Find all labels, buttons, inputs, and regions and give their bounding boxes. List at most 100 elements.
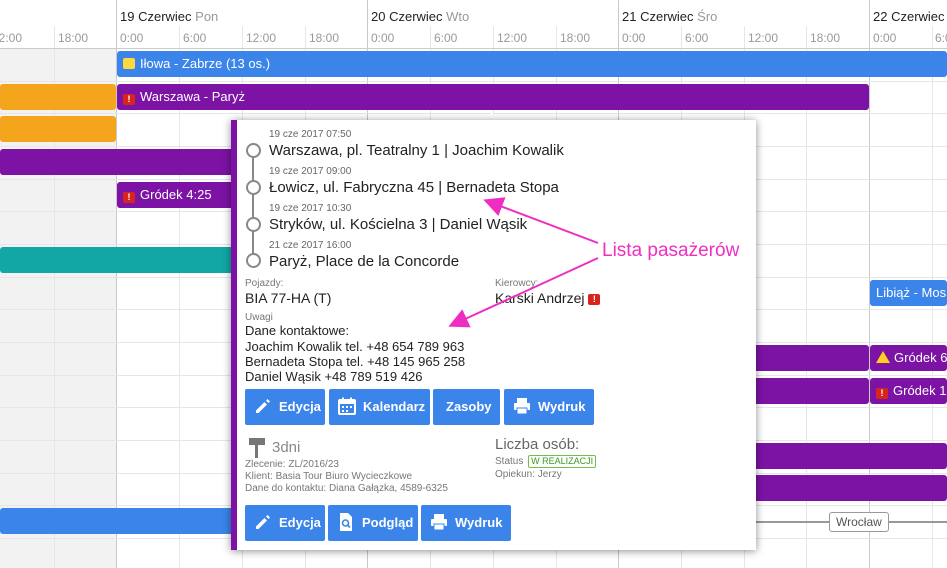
day-of-week: Pon (195, 9, 219, 24)
alert-icon: ! (123, 94, 135, 105)
row-line (0, 81, 947, 82)
stop-name: Łowicz, ul. Fabryczna 45 | Bernadeta Sto… (269, 179, 559, 196)
day-date: 21 Czerwiec (622, 9, 694, 24)
printer-icon (431, 514, 447, 531)
trip-bar[interactable] (740, 443, 947, 469)
note-line: Dane kontaktowe: (245, 323, 350, 338)
order-print-button[interactable]: Wydruk (421, 505, 511, 541)
printer-icon (514, 398, 530, 415)
hour-label: 12:00 (497, 31, 528, 45)
trip-bar-label: Libiąż - Mosk (876, 285, 947, 300)
hour-label: 12:00 (748, 31, 779, 45)
hour-label: 12:00 (246, 31, 277, 45)
trip-bar[interactable] (740, 378, 869, 404)
order-number: Zlecenie: ZL/2016/23 (245, 459, 339, 470)
preview-button[interactable]: Podgląd (328, 505, 418, 541)
trip-bar-grodek-6[interactable]: Gródek 6: (870, 345, 947, 371)
hour-label: 0:00 (120, 31, 144, 45)
day-header: 21 Czerwiec Śro (622, 9, 717, 24)
pencil-icon (256, 515, 270, 529)
stop-marker-icon (246, 217, 261, 232)
hour-label: 18:00 (58, 31, 89, 45)
route-timeline-line (252, 143, 254, 260)
hour-label: 18:00 (309, 31, 340, 45)
hour-label: 18:00 (810, 31, 841, 45)
day-date: 20 Czerwiec (371, 9, 443, 24)
hour-label: 6:00 (685, 31, 709, 45)
note-line: Daniel Wąsik +48 789 519 426 (245, 369, 423, 384)
trip-bar[interactable] (740, 475, 947, 501)
notes-label: Uwagi (245, 312, 273, 323)
alert-icon: ! (588, 294, 601, 305)
persons-label: Liczba osób: (495, 436, 580, 453)
calendar-button-label: Kalendarz (363, 399, 426, 414)
stop-marker-icon (246, 180, 261, 195)
hour-label: 6:00 (935, 31, 947, 45)
edit-button[interactable]: Edycja (245, 389, 325, 425)
day-of-week: Wto (446, 9, 470, 24)
status-row: Status W REALIZACJI (495, 455, 597, 468)
planner-timeline: 19 Czerwiec Pon 20 Czerwiec Wto 21 Czerw… (0, 0, 947, 568)
trip-bar-label: Gródek 6: (894, 350, 947, 365)
trip-bar-ilowa-zabrze[interactable]: Iłowa - Zabrze (13 os.) (117, 51, 947, 77)
day-header: 19 Czerwiec Pon (120, 9, 218, 24)
trip-bar-label: Iłowa - Zabrze (13 os.) (140, 56, 271, 71)
row-line (0, 113, 947, 114)
order-edit-button[interactable]: Edycja (245, 505, 325, 541)
stop-marker-icon (246, 253, 261, 268)
trip-bar[interactable] (0, 508, 240, 534)
hour-label: 0:00 (371, 31, 395, 45)
stop-name: Stryków, ul. Kościelna 3 | Daniel Wąsik (269, 216, 528, 233)
trip-bar-grodek[interactable]: ! Gródek 4:25 (117, 182, 237, 208)
stop-time: 19 cze 2017 09:00 (269, 166, 352, 177)
trip-bar-label: Warszawa - Paryż (140, 89, 245, 104)
stop-name: Paryż, Place de la Concorde (269, 253, 460, 270)
stop-name: Warszawa, pl. Teatralny 1 | Joachim Kowa… (269, 142, 564, 159)
driver-value: Karski Andrzej ! (495, 290, 601, 306)
trip-bar[interactable] (0, 116, 116, 142)
status-label: Status (495, 456, 524, 467)
edit-button-label: Edycja (279, 515, 321, 530)
hour-label: 0:00 (873, 31, 897, 45)
duration-value: 3dni (272, 439, 301, 456)
route-stop-tag[interactable]: Wrocław (829, 512, 889, 532)
day-of-week: Śro (697, 9, 718, 24)
preview-icon (340, 513, 352, 531)
trip-bar-libiaz[interactable]: Libiąż - Mosk (870, 280, 947, 306)
status-badge: W REALIZACJI (528, 455, 597, 468)
guardian-info: Opiekun: Jerzy (495, 469, 562, 480)
annotation-label: Lista pasażerów (602, 240, 740, 261)
print-button-label: Wydruk (455, 515, 503, 530)
resources-button[interactable]: Zasoby (433, 389, 500, 425)
trip-bar-warszawa-paryz[interactable]: ! Warszawa - Paryż (117, 84, 869, 110)
hour-label: 0:00 (622, 31, 646, 45)
print-button[interactable]: Wydruk (504, 389, 594, 425)
hour-label: 12:00 (0, 31, 23, 45)
trip-bar[interactable] (0, 149, 240, 175)
signpost-icon (249, 438, 265, 458)
driver-label: Kierowcy: (495, 278, 539, 289)
calendar-icon (338, 397, 356, 415)
note-line: Joachim Kowalik tel. +48 654 789 963 (245, 339, 465, 354)
trip-bar[interactable] (0, 247, 240, 273)
calendar-button[interactable]: Kalendarz (329, 389, 430, 425)
day-header: 22 Czerwiec (873, 9, 945, 24)
hour-label: 6:00 (183, 31, 207, 45)
trip-bar-label: Gródek 4:25 (140, 187, 212, 202)
stop-time: 19 cze 2017 07:50 (269, 129, 352, 140)
driver-name: Karski Andrzej (495, 290, 585, 306)
note-icon (123, 58, 135, 69)
trip-bar[interactable] (0, 84, 116, 110)
pencil-icon (256, 399, 270, 413)
alert-icon: ! (123, 192, 135, 203)
edit-button-label: Edycja (279, 399, 321, 414)
stop-time: 21 cze 2017 16:00 (269, 240, 352, 251)
alert-icon: ! (876, 388, 888, 399)
vehicles-label: Pojazdy: (245, 278, 284, 289)
warning-icon (876, 351, 890, 363)
day-header: 20 Czerwiec Wto (371, 9, 469, 24)
trip-bar-label: Gródek 1 (893, 383, 947, 398)
client-info: Klient: Basia Tour Biuro Wycieczkowe (245, 471, 413, 482)
trip-bar[interactable] (740, 345, 869, 371)
trip-bar-grodek-1[interactable]: ! Gródek 1 (870, 378, 947, 404)
